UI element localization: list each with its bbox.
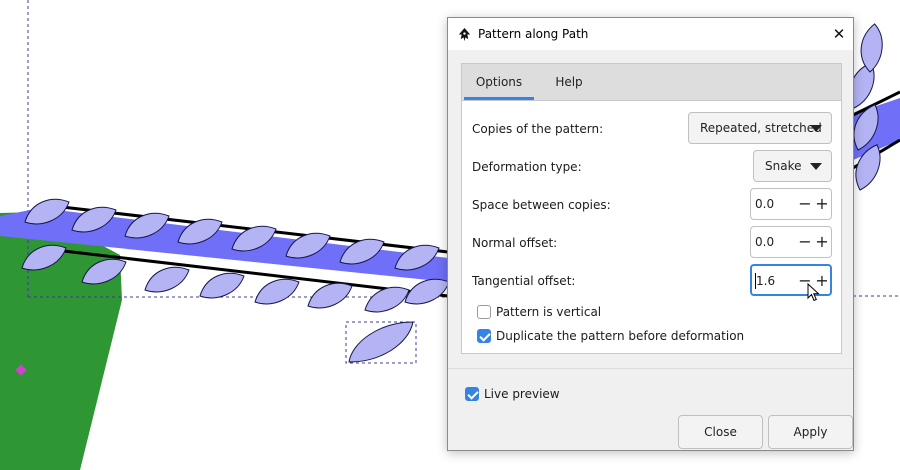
plus-icon[interactable]: + — [814, 227, 830, 257]
pattern-source-object[interactable] — [345, 321, 417, 364]
copies-value: Repeated, stretched — [700, 121, 822, 135]
normal-offset-label: Normal offset: — [472, 236, 558, 250]
duplicate-pattern-label: Duplicate the pattern before deformation — [496, 329, 745, 343]
close-button[interactable]: Close — [678, 415, 763, 449]
chevron-down-icon — [810, 125, 822, 132]
minus-icon[interactable]: − — [797, 227, 813, 257]
mouse-cursor-icon — [807, 283, 820, 302]
pattern-vertical-label: Pattern is vertical — [496, 305, 602, 319]
options-panel: Options Help Copies of the pattern: Repe… — [461, 63, 842, 354]
dialog-title: Pattern along Path — [478, 27, 589, 41]
copies-label: Copies of the pattern: — [472, 122, 604, 136]
chevron-down-icon — [810, 163, 822, 170]
space-spinbox[interactable]: 0.0 − + — [750, 188, 832, 220]
inkscape-icon — [458, 27, 471, 42]
plus-icon[interactable]: + — [814, 189, 830, 219]
tangential-offset-input[interactable]: 1.6 — [756, 266, 775, 296]
normal-offset-spinbox[interactable]: 0.0 − + — [750, 226, 832, 258]
divider — [448, 368, 853, 369]
tab-help[interactable]: Help — [544, 64, 594, 100]
dialog-titlebar[interactable]: Pattern along Path ✕ — [448, 18, 853, 50]
deformation-label: Deformation type: — [472, 160, 582, 174]
space-input[interactable]: 0.0 — [755, 189, 774, 219]
normal-offset-input[interactable]: 0.0 — [755, 227, 774, 257]
apply-button[interactable]: Apply — [768, 415, 853, 449]
live-preview-checkbox[interactable] — [465, 387, 479, 401]
copies-dropdown[interactable]: Repeated, stretched — [688, 112, 832, 144]
pattern-along-path-dialog: Pattern along Path ✕ Options Help Copies… — [447, 17, 854, 451]
minus-icon[interactable]: − — [797, 189, 813, 219]
close-icon[interactable]: ✕ — [830, 25, 848, 43]
tangential-offset-label: Tangential offset: — [472, 274, 576, 288]
tab-options[interactable]: Options — [464, 64, 534, 100]
duplicate-pattern-checkbox[interactable] — [477, 329, 491, 343]
tab-bar: Options Help — [462, 64, 841, 101]
live-preview-label: Live preview — [484, 387, 560, 401]
deformation-value: Snake — [765, 159, 802, 173]
space-label: Space between copies: — [472, 198, 611, 212]
deformation-dropdown[interactable]: Snake — [753, 150, 832, 182]
pattern-vertical-checkbox[interactable] — [477, 305, 491, 319]
